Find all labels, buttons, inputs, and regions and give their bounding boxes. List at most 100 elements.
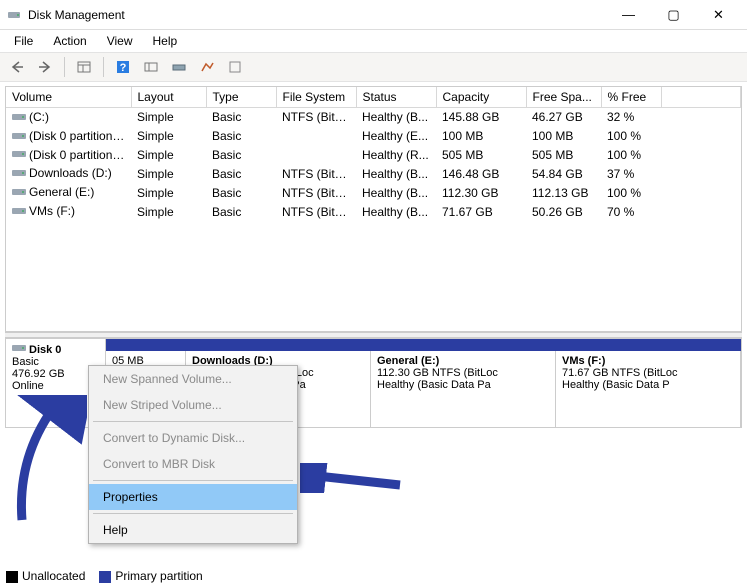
cell-layout: Simple [131, 164, 206, 183]
cell-type: Basic [206, 183, 276, 202]
partition-line2: Healthy (Basic Data P [562, 379, 734, 391]
drive-icon [12, 186, 26, 200]
cell-volume: (C:) [29, 110, 49, 124]
context-menu-separator [93, 513, 293, 514]
col-pctfree[interactable]: % Free [601, 87, 661, 108]
minimize-button[interactable]: — [606, 1, 651, 29]
col-freespace[interactable]: Free Spa... [526, 87, 601, 108]
table-row[interactable]: (C:) SimpleBasicNTFS (BitLo...Healthy (B.… [6, 108, 741, 127]
tb-icon-5[interactable] [224, 56, 246, 78]
partition-line1: 71.67 GB NTFS (BitLoc [562, 367, 734, 379]
swatch-primary [99, 571, 111, 583]
cell-type: Basic [206, 164, 276, 183]
close-button[interactable]: ✕ [696, 1, 741, 29]
cell-capacity: 100 MB [436, 127, 526, 146]
cell-fs: NTFS (BitLo... [276, 202, 356, 221]
cell-fs [276, 127, 356, 146]
partition-header-bar [106, 339, 741, 351]
disk-name: Disk 0 [29, 344, 61, 356]
context-menu: New Spanned Volume...New Striped Volume.… [88, 365, 298, 544]
table-row[interactable]: VMs (F:)SimpleBasicNTFS (BitLo...Healthy… [6, 202, 741, 221]
help-icon[interactable]: ? [112, 56, 134, 78]
partition-block[interactable]: General (E:)112.30 GB NTFS (BitLocHealth… [371, 351, 556, 427]
drive-icon [12, 167, 26, 181]
volume-table-wrap: Volume Layout Type File System Status Ca… [5, 86, 742, 332]
menubar: File Action View Help [0, 30, 747, 52]
col-type[interactable]: Type [206, 87, 276, 108]
table-row[interactable]: (Disk 0 partition 1)SimpleBasicHealthy (… [6, 127, 741, 146]
cell-fs [276, 146, 356, 165]
cell-capacity: 71.67 GB [436, 202, 526, 221]
toolbar: ? [0, 52, 747, 82]
context-menu-item[interactable]: Help [89, 517, 297, 543]
cell-volume: (Disk 0 partition 4) [29, 148, 126, 162]
cell-fs: NTFS (BitLo... [276, 183, 356, 202]
cell-status: Healthy (E... [356, 127, 436, 146]
swatch-unallocated [6, 571, 18, 583]
cell-free: 46.27 GB [526, 108, 601, 127]
cell-type: Basic [206, 108, 276, 127]
drive-icon [12, 111, 26, 125]
table-row[interactable]: Downloads (D:)SimpleBasicNTFS (BitLo...H… [6, 164, 741, 183]
cell-pct: 100 % [601, 146, 661, 165]
cell-free: 54.84 GB [526, 164, 601, 183]
volume-table: Volume Layout Type File System Status Ca… [6, 87, 741, 221]
menu-action[interactable]: Action [43, 32, 96, 50]
col-status[interactable]: Status [356, 87, 436, 108]
cell-pct: 32 % [601, 108, 661, 127]
context-menu-item: New Striped Volume... [89, 392, 297, 418]
tb-icon-3[interactable] [168, 56, 190, 78]
disk-status: Online [12, 380, 44, 392]
col-volume[interactable]: Volume [6, 87, 131, 108]
cell-free: 50.26 GB [526, 202, 601, 221]
hdd-icon [12, 343, 26, 356]
cell-type: Basic [206, 202, 276, 221]
cell-type: Basic [206, 127, 276, 146]
context-menu-item[interactable]: Properties [89, 484, 297, 510]
cell-layout: Simple [131, 108, 206, 127]
cell-pct: 37 % [601, 164, 661, 183]
cell-layout: Simple [131, 202, 206, 221]
cell-layout: Simple [131, 127, 206, 146]
back-button[interactable] [6, 56, 28, 78]
menu-file[interactable]: File [4, 32, 43, 50]
cell-free: 112.13 GB [526, 183, 601, 202]
tb-icon-4[interactable] [196, 56, 218, 78]
cell-layout: Simple [131, 146, 206, 165]
tb-icon-1[interactable] [73, 56, 95, 78]
forward-button[interactable] [34, 56, 56, 78]
partition-line1: 112.30 GB NTFS (BitLoc [377, 367, 549, 379]
cell-capacity: 146.48 GB [436, 164, 526, 183]
cell-status: Healthy (R... [356, 146, 436, 165]
svg-text:?: ? [120, 62, 127, 74]
context-menu-item: Convert to Dynamic Disk... [89, 425, 297, 451]
tb-icon-2[interactable] [140, 56, 162, 78]
menu-view[interactable]: View [97, 32, 143, 50]
cell-volume: VMs (F:) [29, 204, 75, 218]
disk-size: 476.92 GB [12, 368, 65, 380]
partition-title: General (E:) [377, 355, 549, 367]
legend-unallocated: Unallocated [6, 569, 85, 583]
menu-help[interactable]: Help [143, 32, 188, 50]
col-blank [661, 87, 741, 108]
cell-fs: NTFS (BitLo... [276, 108, 356, 127]
annotation-arrow-right [300, 463, 405, 493]
table-empty-area [6, 221, 741, 331]
cell-free: 100 MB [526, 127, 601, 146]
context-menu-item: Convert to MBR Disk [89, 451, 297, 477]
disk-management-icon [6, 7, 22, 23]
col-capacity[interactable]: Capacity [436, 87, 526, 108]
col-layout[interactable]: Layout [131, 87, 206, 108]
window-title: Disk Management [28, 8, 606, 22]
partition-block[interactable]: VMs (F:)71.67 GB NTFS (BitLocHealthy (Ba… [556, 351, 741, 427]
cell-status: Healthy (B... [356, 108, 436, 127]
maximize-button[interactable]: ▢ [651, 1, 696, 29]
table-row[interactable]: General (E:)SimpleBasicNTFS (BitLo...Hea… [6, 183, 741, 202]
cell-pct: 70 % [601, 202, 661, 221]
table-row[interactable]: (Disk 0 partition 4)SimpleBasicHealthy (… [6, 146, 741, 165]
col-filesystem[interactable]: File System [276, 87, 356, 108]
context-menu-separator [93, 480, 293, 481]
legend-primary: Primary partition [99, 569, 202, 583]
drive-icon [12, 130, 26, 144]
titlebar: Disk Management — ▢ ✕ [0, 0, 747, 30]
